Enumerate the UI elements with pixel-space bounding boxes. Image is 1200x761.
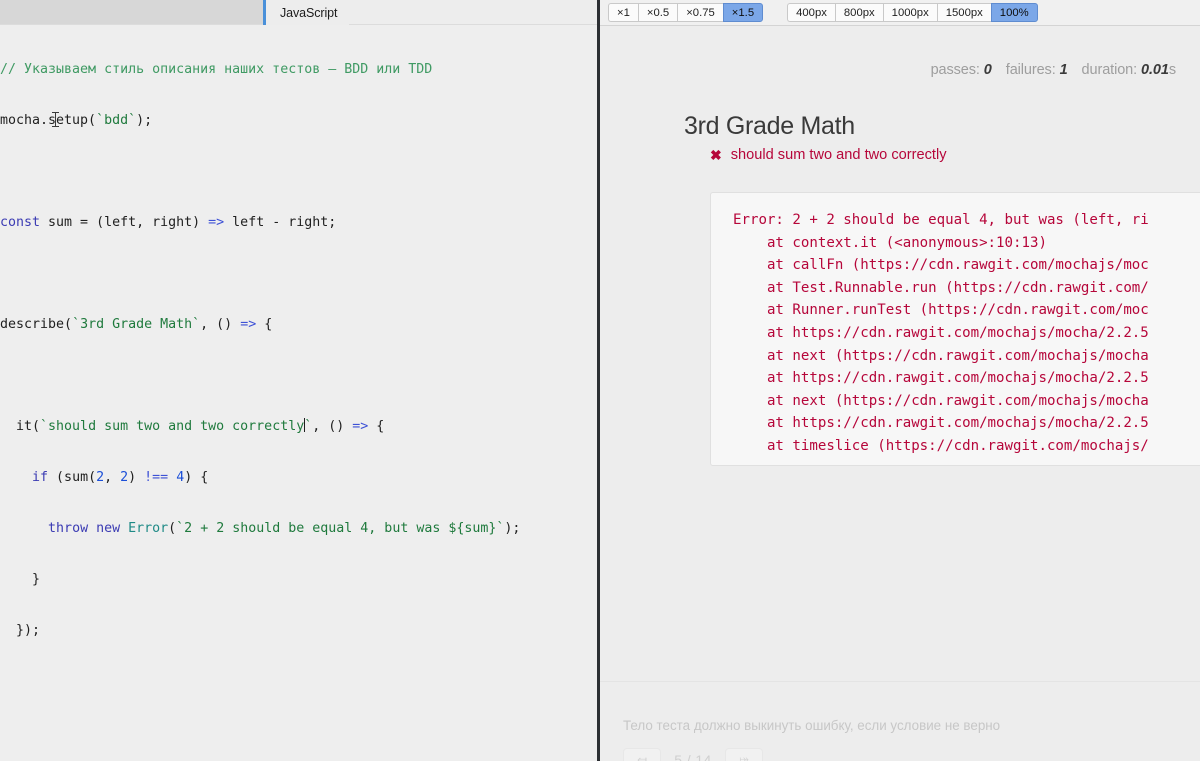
fail-cross-icon: ✖ — [710, 147, 722, 163]
caption-bar: Тело теста должно выкинуть ошибку, если … — [600, 681, 1200, 761]
zoom-x05-button[interactable]: ×0.5 — [637, 3, 678, 22]
failing-test-row[interactable]: ✖ should sum two and two correctly — [710, 147, 947, 163]
tab-javascript-label: JavaScript — [280, 5, 338, 20]
zoom-x1-button[interactable]: ×1 — [608, 3, 638, 22]
code-text-area[interactable]: // Указываем стиль описания наших тестов… — [0, 25, 597, 761]
code-line: if (sum(2, 2) !== 4) { — [32, 470, 209, 485]
screencast-frame: JavaScript // Указываем стиль описания н… — [0, 0, 1200, 761]
error-stack-box: Error: 2 + 2 should be equal 4, but was … — [710, 192, 1200, 466]
code-line: describe(`3rd Grade Math`, () => { — [0, 317, 273, 332]
code-line: }); — [0, 623, 41, 638]
error-stack-text: Error: 2 + 2 should be equal 4, but was … — [733, 212, 1149, 454]
width-button-group: 400px 800px 1000px 1500px 100% — [787, 3, 1038, 22]
width-1000px-button[interactable]: 1000px — [882, 3, 937, 22]
slide-pager: ⤆ 5 / 14 ⤅ — [623, 748, 763, 761]
code-line: mocha.setup(`bdd`); — [0, 113, 153, 128]
slide-caption: Тело теста должно выкинуть ошибку, если … — [623, 718, 1001, 733]
code-line: } — [0, 572, 41, 587]
mocha-stats: passes: 0 failures: 1 duration: 0.01s — [930, 62, 1177, 78]
editor-tab-bar: JavaScript — [0, 0, 597, 25]
failures-label: failures: — [1005, 62, 1056, 78]
duration-value: 0.01 — [1141, 62, 1169, 78]
width-800px-button[interactable]: 800px — [834, 3, 883, 22]
next-slide-button[interactable]: ⤅ — [725, 748, 763, 761]
duration-unit: s — [1168, 62, 1176, 78]
tab-javascript[interactable]: JavaScript — [263, 0, 350, 25]
code-line: it(`should sum two and two correctly`, (… — [0, 418, 385, 434]
width-1500px-button[interactable]: 1500px — [936, 3, 991, 22]
code-editor-panel: JavaScript // Указываем стиль описания н… — [0, 0, 597, 761]
mocha-report-body: passes: 0 failures: 1 duration: 0.01s 3rd … — [600, 26, 1200, 761]
code-line: // Указываем стиль описания наших тестов… — [0, 62, 433, 77]
failures-value: 1 — [1059, 62, 1068, 78]
zoom-x15-button[interactable]: ×1.5 — [722, 3, 764, 22]
width-400px-button[interactable]: 400px — [787, 3, 835, 22]
prev-slide-button[interactable]: ⤆ — [623, 748, 661, 761]
failing-test-label: should sum two and two correctly — [730, 147, 947, 163]
preview-panel: ×1 ×0.5 ×0.75 ×1.5 400px 800px 1000px 15… — [600, 0, 1200, 761]
duration-label: duration: — [1081, 62, 1138, 78]
preview-toolbar: ×1 ×0.5 ×0.75 ×1.5 400px 800px 1000px 15… — [600, 0, 1200, 26]
zoom-button-group: ×1 ×0.5 ×0.75 ×1.5 — [608, 3, 764, 22]
passes-label: passes: — [930, 62, 980, 78]
zoom-x075-button[interactable]: ×0.75 — [677, 3, 723, 22]
editor-tab-strip-blank[interactable] — [0, 0, 263, 24]
passes-value: 0 — [983, 62, 992, 78]
code-line: const sum = (left, right) => left - righ… — [0, 215, 337, 230]
code-line: throw new Error(`2 + 2 should be equal 4… — [48, 521, 521, 536]
width-100pct-button[interactable]: 100% — [990, 3, 1038, 22]
slide-counter: 5 / 14 — [674, 751, 712, 761]
suite-title: 3rd Grade Math — [684, 112, 855, 140]
